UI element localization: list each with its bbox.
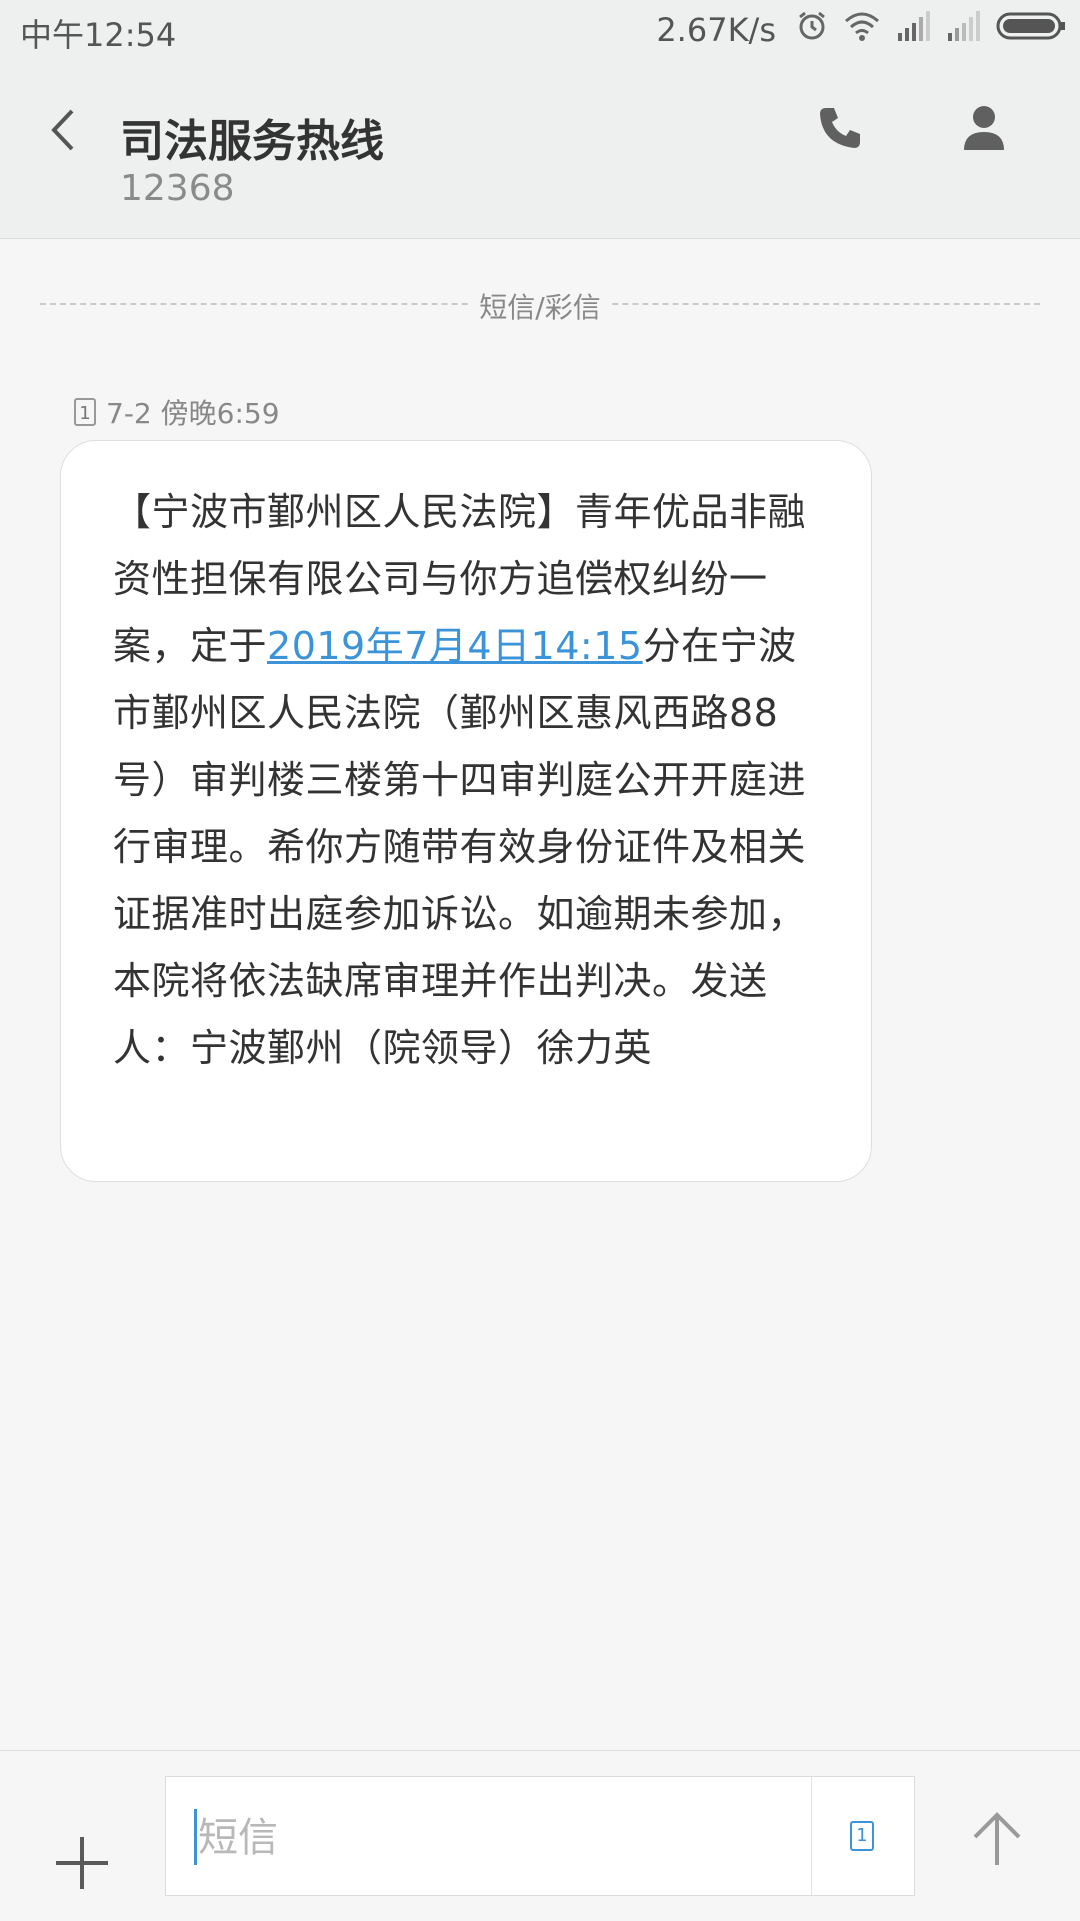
status-bar: 中午12:54 2.67K/s xyxy=(0,0,1080,60)
add-icon[interactable] xyxy=(56,1837,108,1889)
battery-icon xyxy=(996,11,1066,49)
signal-icon-2 xyxy=(946,11,980,49)
send-icon[interactable] xyxy=(972,1811,1022,1867)
status-icons: 2.67K/s xyxy=(656,10,1066,50)
back-icon[interactable] xyxy=(40,105,90,155)
sim-card-icon: 1 xyxy=(74,398,96,426)
signal-icon xyxy=(896,11,930,49)
contact-number: 12368 xyxy=(120,168,235,209)
network-speed: 2.67K/s xyxy=(656,11,776,49)
sim-select-button[interactable]: 1 xyxy=(811,1777,914,1895)
wifi-icon xyxy=(844,11,880,49)
message-input-box[interactable]: 1 xyxy=(165,1776,915,1896)
message-bubble[interactable]: 【宁波市鄞州区人民法院】青年优品非融资性担保有限公司与你方追偿权纠纷一案，定于2… xyxy=(60,440,872,1182)
divider-label: 短信/彩信 xyxy=(469,286,611,326)
message-text-end: 分在宁波市鄞州区人民法院（鄞州区惠风西路88号）审判楼三楼第十四审判庭公开开庭进… xyxy=(113,624,807,1070)
composer-bar: 1 xyxy=(0,1750,1080,1921)
contact-icon[interactable] xyxy=(962,104,1006,152)
phone-icon[interactable] xyxy=(816,104,864,152)
date-link[interactable]: 2019年7月4日14:15 xyxy=(267,624,643,668)
message-meta: 1 7-2 傍晚6:59 xyxy=(74,392,280,432)
message-timestamp: 7-2 傍晚6:59 xyxy=(106,397,280,430)
contact-name: 司法服务热线 xyxy=(120,116,384,167)
status-time: 中午12:54 xyxy=(20,16,177,54)
sim-card-icon: 1 xyxy=(850,1821,874,1851)
alarm-icon xyxy=(796,10,828,50)
message-type-divider: 短信/彩信 xyxy=(40,286,1040,326)
message-input[interactable] xyxy=(196,1799,670,1877)
conversation-header: 司法服务热线 12368 xyxy=(0,60,1080,239)
